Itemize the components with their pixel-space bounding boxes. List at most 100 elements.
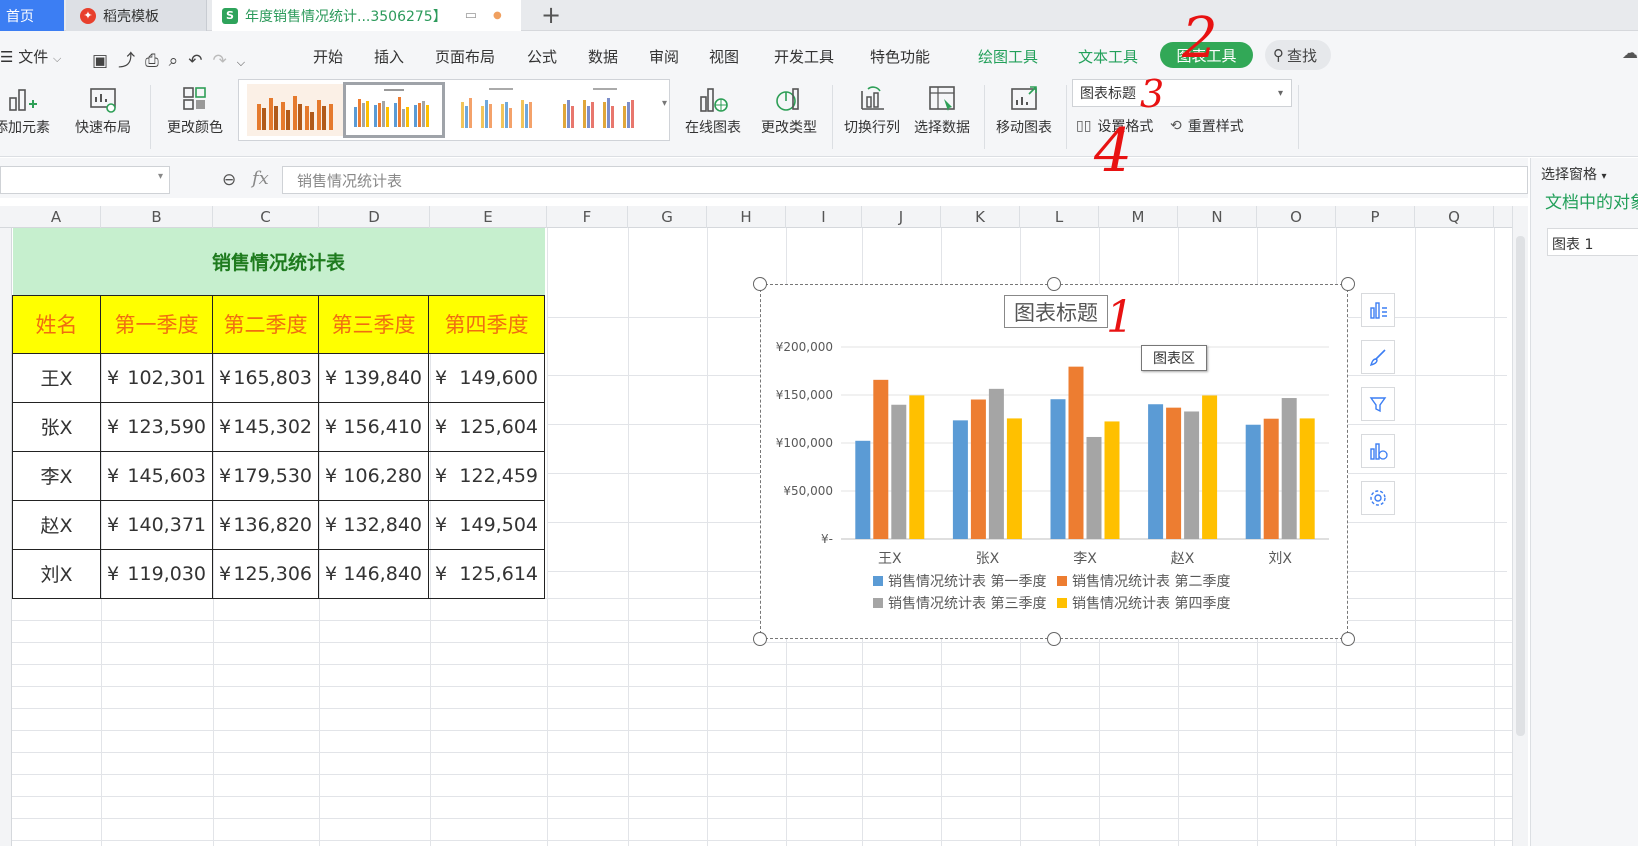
- menu-file[interactable]: ☰ 文件 ⌵: [0, 46, 61, 67]
- share-icon[interactable]: ⤴: [118, 51, 145, 71]
- value-cell[interactable]: ¥165,803: [212, 352, 319, 403]
- chart-element-select[interactable]: 图表标题 ▾: [1072, 79, 1292, 107]
- value-cell[interactable]: ¥140,371: [100, 499, 213, 550]
- chart-elements-icon[interactable]: [1361, 293, 1395, 327]
- column-header[interactable]: G: [628, 206, 707, 228]
- selection-pane-title[interactable]: 选择窗格 ▾: [1541, 164, 1606, 184]
- column-header[interactable]: N: [1178, 206, 1257, 228]
- value-cell[interactable]: ¥145,603: [100, 450, 213, 501]
- value-cell[interactable]: ¥149,504: [428, 499, 545, 550]
- chart-style-thumbnail[interactable]: [451, 84, 551, 136]
- chart-filter-icon[interactable]: [1361, 387, 1395, 421]
- value-cell[interactable]: ¥106,280: [318, 450, 429, 501]
- resize-handle[interactable]: [1047, 277, 1061, 291]
- column-header[interactable]: Q: [1415, 206, 1494, 228]
- cloud-icon[interactable]: ☁: [1622, 43, 1638, 62]
- menu-chart-tools[interactable]: 图表工具: [1160, 42, 1253, 68]
- chart-settings-gear-icon[interactable]: [1361, 481, 1395, 515]
- online-chart-side-icon[interactable]: [1361, 434, 1395, 468]
- column-header[interactable]: K: [941, 206, 1020, 228]
- value-cell[interactable]: ¥149,600: [428, 352, 545, 403]
- tab-home[interactable]: 首页: [0, 0, 64, 31]
- select-data-button[interactable]: 选择数据: [908, 81, 976, 137]
- quick-layout-button[interactable]: 快速布局: [68, 81, 138, 137]
- resize-handle[interactable]: [1341, 277, 1355, 291]
- name-cell[interactable]: 李X: [12, 450, 101, 501]
- tab-template[interactable]: ✦ 稻壳模板: [66, 0, 207, 31]
- column-header[interactable]: E: [430, 206, 547, 228]
- undo-icon[interactable]: ↶: [188, 51, 212, 71]
- chart-style-gallery[interactable]: ▾: [238, 79, 670, 141]
- value-cell[interactable]: ¥156,410: [318, 401, 429, 452]
- move-chart-button[interactable]: 移动图表: [990, 81, 1058, 137]
- column-header[interactable]: I: [786, 206, 862, 228]
- switch-rowcol-button[interactable]: 切换行列: [838, 81, 906, 137]
- menu-text-tools[interactable]: 文本工具: [1078, 46, 1138, 67]
- value-cell[interactable]: ¥136,820: [212, 499, 319, 550]
- gallery-more-icon[interactable]: ▾: [662, 98, 667, 109]
- set-format-button[interactable]: ▯▯ 设置格式: [1076, 116, 1153, 136]
- monitor-icon[interactable]: ▭: [465, 8, 477, 23]
- table-header-cell[interactable]: 第三季度: [318, 294, 429, 354]
- sales-table[interactable]: 销售情况统计表 姓名 第一季度 第二季度 第三季度 第四季度 王X ¥102,301 ¥16…: [12, 228, 545, 599]
- menu-review[interactable]: 审阅: [649, 46, 679, 67]
- value-cell[interactable]: ¥125,614: [428, 548, 545, 599]
- reset-style-button[interactable]: ⟲ 重置样式: [1170, 116, 1244, 136]
- menu-features[interactable]: 特色功能: [870, 46, 930, 67]
- menu-start[interactable]: 开始: [313, 46, 343, 67]
- resize-handle[interactable]: [753, 632, 767, 646]
- name-cell[interactable]: 刘X: [12, 548, 101, 599]
- menu-page-layout[interactable]: 页面布局: [435, 46, 495, 67]
- value-cell[interactable]: ¥102,301: [100, 352, 213, 403]
- menu-formula[interactable]: 公式: [527, 46, 557, 67]
- table-header-cell[interactable]: 第一季度: [100, 294, 213, 354]
- value-cell[interactable]: ¥125,604: [428, 401, 545, 452]
- column-header[interactable]: D: [319, 206, 430, 228]
- search-button[interactable]: ⚲ 查找: [1265, 40, 1331, 70]
- chart-style-thumbnail-selected[interactable]: [343, 82, 445, 138]
- chart-style-thumbnail[interactable]: [555, 84, 655, 136]
- value-cell[interactable]: ¥122,459: [428, 450, 545, 501]
- column-header[interactable]: F: [547, 206, 628, 228]
- zoom-search-icon[interactable]: ⊖: [222, 170, 236, 190]
- value-cell[interactable]: ¥125,306: [212, 548, 319, 599]
- column-header[interactable]: B: [101, 206, 213, 228]
- resize-handle[interactable]: [1341, 632, 1355, 646]
- value-cell[interactable]: ¥139,840: [318, 352, 429, 403]
- menu-draw-tools[interactable]: 绘图工具: [978, 46, 1038, 67]
- column-header[interactable]: L: [1020, 206, 1099, 228]
- value-cell[interactable]: ¥123,590: [100, 401, 213, 452]
- print-preview-icon[interactable]: ⌕: [169, 51, 189, 71]
- scrollbar-thumb[interactable]: [1516, 236, 1525, 736]
- value-cell[interactable]: ¥145,302: [212, 401, 319, 452]
- column-header[interactable]: H: [707, 206, 786, 228]
- menu-data[interactable]: 数据: [588, 46, 618, 67]
- formula-input[interactable]: 销售情况统计表: [282, 166, 1528, 194]
- table-header-cell[interactable]: 第二季度: [212, 294, 319, 354]
- add-element-button[interactable]: 添加元素: [0, 81, 54, 137]
- value-cell[interactable]: ¥132,840: [318, 499, 429, 550]
- menu-insert[interactable]: 插入: [374, 46, 404, 67]
- table-title[interactable]: 销售情况统计表: [12, 228, 545, 295]
- value-cell[interactable]: ¥146,840: [318, 548, 429, 599]
- column-header[interactable]: J: [862, 206, 941, 228]
- change-type-button[interactable]: 更改类型: [756, 81, 822, 137]
- tab-document[interactable]: S 年度销售情况统计...3506275】 ▭ ●: [212, 0, 521, 31]
- fx-icon[interactable]: fx: [252, 168, 269, 189]
- name-cell[interactable]: 赵X: [12, 499, 101, 550]
- value-cell[interactable]: ¥119,030: [100, 548, 213, 599]
- name-cell[interactable]: 王X: [12, 352, 101, 403]
- chart-area[interactable]: ¥- ¥50,000 ¥100,000 ¥150,000 ¥200,000 王X 张X 李X 赵…: [760, 284, 1348, 639]
- chart-style-thumbnail[interactable]: [247, 84, 347, 136]
- name-box[interactable]: ▾: [0, 166, 170, 194]
- value-cell[interactable]: ¥179,530: [212, 450, 319, 501]
- resize-handle[interactable]: [1047, 632, 1061, 646]
- resize-handle[interactable]: [753, 277, 767, 291]
- table-header-cell[interactable]: 姓名: [12, 294, 101, 354]
- online-chart-button[interactable]: 在线图表: [676, 81, 750, 137]
- save-icon[interactable]: ▣: [92, 51, 118, 71]
- table-header-cell[interactable]: 第四季度: [428, 294, 545, 354]
- chart-title[interactable]: 图表标题: [1004, 295, 1108, 328]
- column-header[interactable]: C: [213, 206, 319, 228]
- name-cell[interactable]: 张X: [12, 401, 101, 452]
